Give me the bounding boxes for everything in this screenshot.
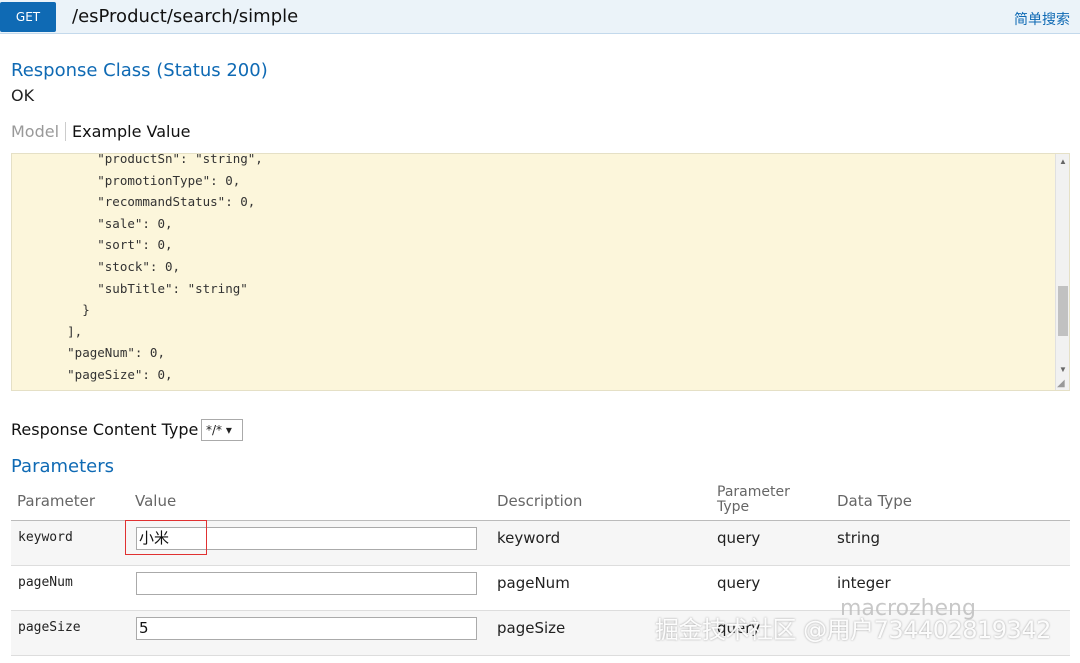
code-scrollbar[interactable]: ▲ ▼ [1055,154,1069,390]
pagenum-input[interactable] [136,572,477,595]
param-name: keyword [18,530,73,545]
operation-summary[interactable]: 简单搜索 [1014,9,1070,29]
header-data-type: Data Type [837,492,913,510]
parameters-title: Parameters [11,456,115,477]
param-type: query [717,574,761,592]
operation-path[interactable]: /esProduct/search/simple [72,6,298,27]
http-method-badge: GET [0,2,56,32]
tab-model[interactable]: Model [11,122,67,141]
response-status-text: OK [11,86,35,105]
resize-grip-icon[interactable]: ◢ [1057,378,1068,389]
response-content-type-select[interactable]: */* ▾ [201,419,243,441]
scroll-thumb[interactable] [1058,286,1068,336]
operation-header[interactable]: GET /esProduct/search/simple 简单搜索 [0,0,1080,34]
tab-example-value[interactable]: Example Value [66,122,190,141]
param-data-type: integer [837,574,891,592]
param-description: keyword [497,529,561,547]
param-name: pageSize [18,620,81,635]
watermark-text: 掘金技术社区 @用户7344028193­42 [655,616,1051,644]
response-content-type-label: Response Content Type [11,420,199,439]
header-parameter-type: Parameter Type [717,484,790,515]
scroll-up-icon[interactable]: ▲ [1058,156,1068,168]
param-type: query [717,529,761,547]
response-class-title: Response Class (Status 200) [11,60,268,81]
header-value: Value [135,492,177,510]
scroll-down-icon[interactable]: ▼ [1058,364,1068,376]
parameters-header-row: Parameter Value Description Parameter Ty… [11,484,1070,521]
header-parameter: Parameter [17,492,96,510]
example-value-box[interactable]: "productSn": "string", "promotionType": … [11,153,1070,391]
param-description: pageNum [497,574,570,592]
param-data-type: string [837,529,881,547]
param-name: pageNum [18,575,73,590]
pagesize-input[interactable]: 5 [136,617,477,640]
example-json-code: "productSn": "string", "promotionType": … [67,153,263,390]
param-description: pageSize [497,619,566,637]
keyword-highlight-box [125,520,207,555]
model-tabs: Model Example Value [11,122,190,141]
header-description: Description [497,492,583,510]
